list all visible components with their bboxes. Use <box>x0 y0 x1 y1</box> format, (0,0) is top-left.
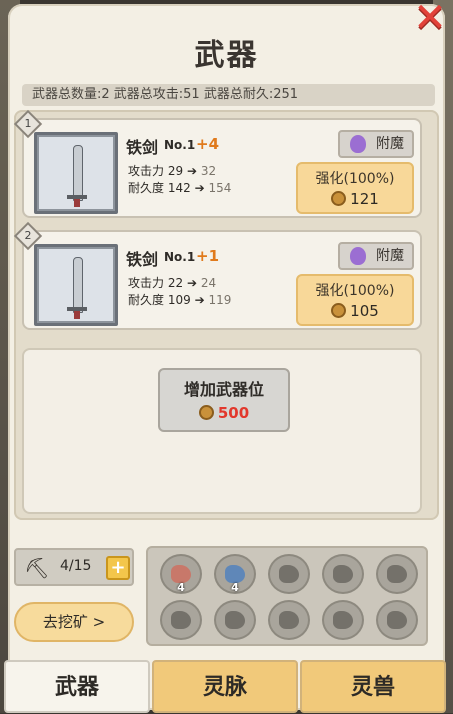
strengthen-button[interactable]: 强化(100%) 121 <box>296 162 414 214</box>
flame-icon <box>350 135 366 153</box>
tab-spirit-vein[interactable]: 灵脉 <box>152 660 298 713</box>
locked-ore-icon[interactable] <box>160 600 202 640</box>
enchant-button[interactable]: 附魔 <box>338 242 414 270</box>
blue-ore-icon[interactable]: 4 <box>214 554 256 594</box>
locked-ore-icon[interactable] <box>268 600 310 640</box>
copper-ore-icon[interactable]: 4 <box>160 554 202 594</box>
add-pickaxe-button[interactable]: + <box>106 556 130 580</box>
sword-grip <box>74 311 80 319</box>
page-title: 武器 <box>194 38 259 73</box>
attack-stat: 攻击力 29 ➔ 32 <box>128 164 217 178</box>
add-slot-card: 增加武器位 500 <box>22 348 422 514</box>
weapon-name: 铁剑 <box>126 138 159 157</box>
weapon-level: +1 <box>196 247 220 265</box>
weapon-number: No.1 <box>164 250 196 264</box>
sword-icon <box>73 145 83 201</box>
locked-ore-icon[interactable] <box>268 554 310 594</box>
mining-panel: ⛏ 4/15 + 去挖矿 > <box>14 548 139 642</box>
locked-ore-icon[interactable] <box>322 554 364 594</box>
tab-weapons[interactable]: 武器 <box>4 660 150 713</box>
pickaxe-counter: ⛏ 4/15 + <box>14 548 134 586</box>
tab-spirit-beast[interactable]: 灵兽 <box>300 660 446 713</box>
pickaxe-icon: ⛏ <box>24 556 50 580</box>
attack-stat: 攻击力 22 ➔ 24 <box>128 276 217 290</box>
summary-bar: 武器总数量:2 武器总攻击:51 武器总耐久:251 <box>22 84 435 106</box>
weapon-name: 铁剑 <box>126 250 159 269</box>
locked-ore-icon[interactable] <box>376 554 418 594</box>
go-mining-button[interactable]: 去挖矿 > <box>14 602 134 642</box>
coin-icon <box>331 303 347 318</box>
durability-stat: 耐久度 142 ➔ 154 <box>128 181 232 195</box>
weapon-number: No.1 <box>164 138 196 152</box>
sword-icon <box>73 257 83 313</box>
locked-ore-icon[interactable] <box>322 600 364 640</box>
bottom-tabs: 武器 灵脉 灵兽 <box>0 660 453 713</box>
strengthen-button[interactable]: 强化(100%) 105 <box>296 274 414 326</box>
weapon-card: 1 铁剑 No.1 +4 攻击力 29 ➔ 32 耐久度 142 ➔ 154 附… <box>13 109 422 218</box>
weapon-thumbnail[interactable] <box>34 244 118 326</box>
flame-icon <box>350 247 366 265</box>
sword-grip <box>74 199 80 207</box>
coin-icon <box>331 191 347 206</box>
weapon-level: +4 <box>196 135 220 153</box>
add-weapon-slot-button[interactable]: 增加武器位 500 <box>158 368 290 432</box>
locked-ore-icon[interactable] <box>214 600 256 640</box>
coin-icon <box>198 405 214 420</box>
enchant-button[interactable]: 附魔 <box>338 130 414 158</box>
ore-inventory: 4 4 <box>146 546 428 646</box>
durability-stat: 耐久度 109 ➔ 119 <box>128 293 232 307</box>
weapon-thumbnail[interactable] <box>34 132 118 214</box>
weapon-card: 2 铁剑 No.1 +1 攻击力 22 ➔ 24 耐久度 109 ➔ 119 附… <box>13 221 422 330</box>
locked-ore-icon[interactable] <box>376 600 418 640</box>
